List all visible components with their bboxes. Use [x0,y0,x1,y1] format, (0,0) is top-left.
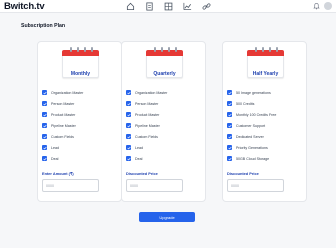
plan-card-quarterly: Quarterly Organization Master Person Mas… [121,41,206,202]
calendar-icon: Monthly [62,47,99,78]
feature-item: Person Master [42,100,74,107]
avatar[interactable] [324,2,332,10]
price-label: Enter Amount (₹) [42,171,74,176]
feature-item: Deal [126,155,142,162]
checkbox-icon[interactable] [227,90,232,95]
feature-item: Custom Fields [126,133,158,140]
document-icon[interactable] [145,2,154,11]
checkbox-icon[interactable] [227,123,232,128]
checkbox-icon[interactable] [126,134,131,139]
chart-icon[interactable] [183,2,192,11]
home-icon[interactable] [126,2,135,11]
checkbox-icon[interactable] [42,156,47,161]
checkbox-icon[interactable] [126,90,131,95]
checkbox-icon[interactable] [126,156,131,161]
checkbox-icon[interactable] [126,145,131,150]
checkbox-icon[interactable] [227,112,232,117]
grid-icon[interactable] [164,2,173,11]
bell-icon[interactable] [313,2,320,10]
checkbox-icon[interactable] [126,112,131,117]
nav-icons [126,2,211,11]
feature-item: Deal [42,155,58,162]
feature-item: Organization Master [42,89,83,96]
checkbox-icon[interactable] [126,123,131,128]
plan-name: Monthly [70,71,91,77]
feature-item: Custom Fields [42,133,74,140]
checkbox-icon[interactable] [227,156,232,161]
feature-item: Lead [126,144,143,151]
calendar-icon: Half Yearly [247,47,284,78]
feature-item: Lead [42,144,59,151]
checkbox-icon[interactable] [42,112,47,117]
feature-item: Product Master [42,111,75,118]
price-label: Discounted Price [126,171,158,176]
checkbox-icon[interactable] [227,101,232,106]
plan-card-monthly: Monthly Organization Master Person Maste… [37,41,122,202]
user-area [313,2,332,10]
top-navbar: Bwitch.tv [0,0,336,13]
upgrade-button[interactable]: Upgrade [139,212,195,222]
feature-item: Monthly 100 Credits Free [227,111,276,118]
feature-item: Priority Generations [227,144,268,151]
plan-name: Quarterly [153,71,176,77]
plan-name: Half Yearly [252,71,279,77]
feature-item: Person Master [126,100,158,107]
checkbox-icon[interactable] [42,90,47,95]
feature-item: 500 Credits [227,100,254,107]
feature-item: Organization Master [126,89,167,96]
app-logo[interactable]: Bwitch.tv [4,1,45,12]
page-title: Subscription Plan [21,23,66,29]
feature-item: 50 Image generations [227,89,271,96]
feature-item: Dedicated Server [227,133,264,140]
checkbox-icon[interactable] [42,145,47,150]
discounted-price-input[interactable] [227,179,284,192]
checkbox-icon[interactable] [42,134,47,139]
discounted-price-input[interactable] [126,179,183,192]
checkbox-icon[interactable] [42,101,47,106]
feature-item: Pipeline Master [126,122,160,129]
checkbox-icon[interactable] [227,145,232,150]
feature-item: 50GB Cloud Storage [227,155,269,162]
amount-input[interactable] [42,179,99,192]
feature-item: Pipeline Master [42,122,76,129]
plan-card-half-yearly: Half Yearly 50 Image generations 500 Cre… [222,41,307,202]
link-icon[interactable] [202,2,211,11]
checkbox-icon[interactable] [227,134,232,139]
feature-item: Product Master [126,111,159,118]
price-label: Discounted Price [227,171,259,176]
calendar-icon: Quarterly [146,47,183,78]
feature-item: Customer Support [227,122,265,129]
checkbox-icon[interactable] [126,101,131,106]
checkbox-icon[interactable] [42,123,47,128]
